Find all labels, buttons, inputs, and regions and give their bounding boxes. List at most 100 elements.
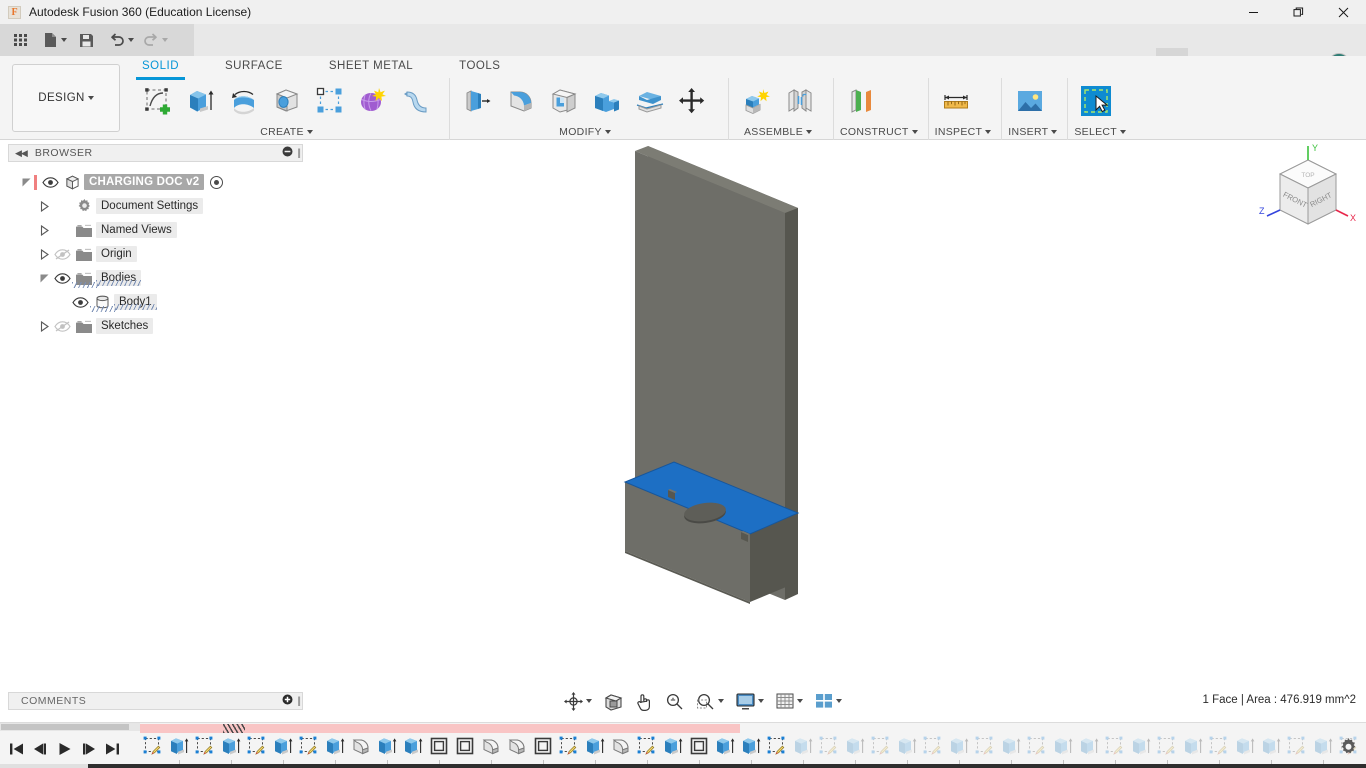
orbit-icon[interactable] <box>562 690 594 712</box>
collapse-browser-icon[interactable]: ◀◀ <box>15 148 28 159</box>
joint-button[interactable] <box>778 79 821 123</box>
timeline-feature-fillet[interactable] <box>348 733 374 759</box>
panel-inspect-label[interactable]: INSPECT <box>935 124 992 140</box>
chevron-down-icon[interactable] <box>911 130 918 134</box>
eye-visible-icon[interactable] <box>52 272 72 285</box>
restore-button[interactable] <box>1276 0 1321 24</box>
timeline-feature-fillet[interactable] <box>478 733 504 759</box>
tab-solid[interactable]: SOLID <box>132 56 189 80</box>
timeline-feature-sketch[interactable] <box>296 733 322 759</box>
panel-modify-label[interactable]: MODIFY <box>456 124 714 140</box>
tab-sheet-metal[interactable]: SHEET METAL <box>319 56 423 78</box>
panel-construct-label[interactable]: CONSTRUCT <box>840 124 918 140</box>
tree-item-charging-doc-v2[interactable]: CHARGING DOC v2 <box>8 170 303 194</box>
chevron-down-icon[interactable] <box>127 38 134 42</box>
comments-panel[interactable]: COMMENTS ||| <box>8 692 303 710</box>
grid-snaps-icon[interactable] <box>774 690 805 712</box>
play-button[interactable] <box>52 735 76 763</box>
measure-button[interactable] <box>935 79 978 123</box>
insert-mcmaster-button[interactable] <box>1008 79 1051 123</box>
timeline-feature-sketch[interactable] <box>140 733 166 759</box>
timeline-track[interactable] <box>140 723 1357 768</box>
step-forward-button[interactable] <box>76 735 100 763</box>
timeline-feature-sketch[interactable] <box>1024 733 1050 759</box>
comments-resize-grip[interactable]: ||| <box>297 696 301 707</box>
timeline-feature-sketch[interactable] <box>1154 733 1180 759</box>
timeline-feature-sketch[interactable] <box>816 733 842 759</box>
tree-item-body1[interactable]: Body1 <box>8 290 303 314</box>
timeline-feature-extrude[interactable] <box>712 733 738 759</box>
viewport-3d[interactable]: FRONT RIGHT TOP Y X Z <box>305 142 1366 687</box>
redo-icon[interactable] <box>138 24 172 56</box>
timeline-feature-extrude[interactable] <box>1050 733 1076 759</box>
panel-select-label[interactable]: SELECT <box>1074 124 1127 140</box>
tree-item-named-views[interactable]: Named Views <box>8 218 303 242</box>
shell-button[interactable] <box>542 79 585 123</box>
tree-item-origin[interactable]: Origin <box>8 242 303 266</box>
timeline-feature-shell[interactable] <box>686 733 712 759</box>
move-copy-button[interactable] <box>671 79 714 123</box>
timeline-feature-shell[interactable] <box>530 733 556 759</box>
chevron-down-icon[interactable] <box>985 130 992 134</box>
press-pull-button[interactable] <box>456 79 499 123</box>
chevron-down-icon[interactable] <box>718 699 724 703</box>
timeline-scrollbar[interactable] <box>0 723 140 731</box>
tree-item-bodies[interactable]: Bodies <box>8 266 303 290</box>
chevron-down-icon[interactable] <box>1120 130 1127 134</box>
chevron-down-icon[interactable] <box>806 130 812 134</box>
minimize-button[interactable] <box>1231 0 1276 24</box>
form-button[interactable] <box>351 79 394 123</box>
new-component-button[interactable] <box>735 79 778 123</box>
new-file-icon[interactable] <box>38 24 72 56</box>
sweep-button[interactable] <box>265 79 308 123</box>
chevron-down-icon[interactable] <box>797 699 803 703</box>
chevron-down-icon[interactable] <box>1051 130 1058 134</box>
model-canvas[interactable] <box>305 142 1366 687</box>
chevron-down-icon[interactable] <box>604 130 611 134</box>
timeline-feature-sketch[interactable] <box>192 733 218 759</box>
chevron-down-icon[interactable] <box>758 699 764 703</box>
view-cube[interactable]: FRONT RIGHT TOP Y X Z <box>1258 142 1358 242</box>
tree-expander[interactable] <box>36 320 52 332</box>
timeline-feature-extrude[interactable] <box>790 733 816 759</box>
timeline-feature-extrude[interactable] <box>270 733 296 759</box>
fillet-button[interactable] <box>499 79 542 123</box>
timeline-feature-extrude[interactable] <box>998 733 1024 759</box>
timeline-feature-extrude[interactable] <box>1258 733 1284 759</box>
look-at-icon[interactable] <box>602 690 625 712</box>
zoom-window-icon[interactable] <box>694 690 726 712</box>
chevron-down-icon[interactable] <box>586 699 592 703</box>
timeline-feature-sketch[interactable] <box>920 733 946 759</box>
tab-tools[interactable]: TOOLS <box>449 56 510 78</box>
tree-expander[interactable] <box>36 224 52 236</box>
chevron-down-icon[interactable] <box>161 38 168 42</box>
extrude-button[interactable] <box>179 79 222 123</box>
browser-options-icon[interactable] <box>282 146 293 160</box>
timeline-feature-sketch[interactable] <box>1206 733 1232 759</box>
timeline-feature-extrude[interactable] <box>946 733 972 759</box>
go-to-end-button[interactable] <box>100 735 124 763</box>
timeline-feature-sketch[interactable] <box>764 733 790 759</box>
timeline-feature-sketch[interactable] <box>972 733 998 759</box>
activate-component-radio[interactable] <box>210 175 224 189</box>
timeline-marker[interactable] <box>223 724 245 733</box>
revolve-button[interactable] <box>222 79 265 123</box>
tree-item-document-settings[interactable]: Document Settings <box>8 194 303 218</box>
chevron-down-icon[interactable] <box>306 130 313 134</box>
timeline-feature-extrude[interactable] <box>400 733 426 759</box>
chevron-down-icon[interactable] <box>61 38 67 42</box>
eye-visible-icon[interactable] <box>70 296 90 309</box>
timeline-feature-extrude[interactable] <box>166 733 192 759</box>
timeline-settings-icon[interactable] <box>1336 735 1360 759</box>
timeline-feature-extrude[interactable] <box>374 733 400 759</box>
tree-expander[interactable] <box>36 273 52 284</box>
timeline-feature-extrude[interactable] <box>582 733 608 759</box>
timeline-feature-sketch[interactable] <box>1284 733 1310 759</box>
timeline-feature-sketch[interactable] <box>634 733 660 759</box>
chevron-down-icon[interactable] <box>87 96 94 100</box>
timeline-feature-sketch[interactable] <box>244 733 270 759</box>
timeline-feature-extrude[interactable] <box>1076 733 1102 759</box>
viewports-icon[interactable] <box>813 690 844 712</box>
timeline-feature-fillet[interactable] <box>608 733 634 759</box>
panel-insert-label[interactable]: INSERT <box>1008 124 1058 140</box>
